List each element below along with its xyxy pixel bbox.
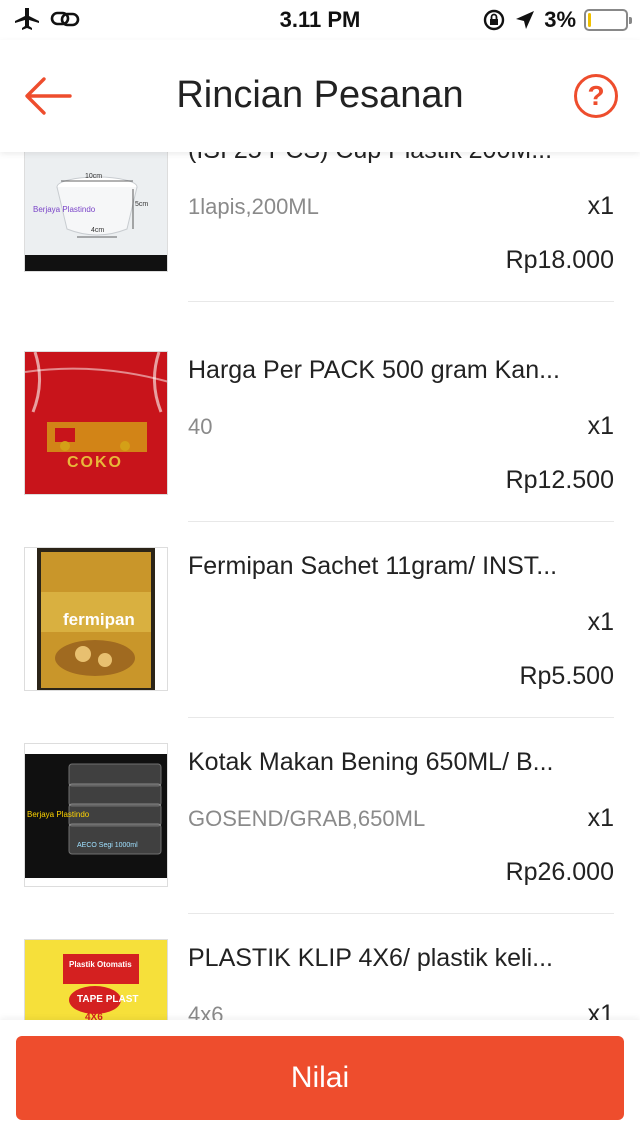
- order-item[interactable]: 10cm 5cm 4cm Berjaya Plastindo (ISI 25 P…: [0, 152, 640, 324]
- item-name: Harga Per PACK 500 gram Kan...: [188, 356, 560, 384]
- thumb-label: 5cm: [135, 201, 149, 208]
- battery-icon: [584, 9, 632, 31]
- page-title: Rincian Pesanan: [176, 74, 464, 116]
- order-item[interactable]: COKO Harga Per PACK 500 gram Kan... 40 x…: [0, 324, 640, 522]
- item-name: PLASTIK KLIP 4X6/ plastik keli...: [188, 944, 553, 972]
- item-name: Fermipan Sachet 11gram/ INST...: [188, 552, 558, 580]
- plastic-bag-image: COKO: [24, 351, 168, 495]
- item-price: Rp5.500: [519, 662, 614, 690]
- thumb-label: 4X6: [85, 1012, 103, 1020]
- item-price: Rp12.500: [505, 466, 614, 494]
- rotation-lock-icon: [484, 9, 505, 31]
- item-name: Kotak Makan Bening 650ML/ B...: [188, 748, 554, 776]
- fermipan-sachet-image: fermipan: [24, 547, 168, 691]
- divider: [188, 301, 614, 302]
- item-variant: GOSEND/GRAB,650ML: [188, 806, 426, 831]
- item-quantity: x1: [587, 192, 614, 220]
- item-name: (ISI 25 PCS) Cup Plastik 200M...: [188, 152, 614, 165]
- cup-plastic-image: 10cm 5cm 4cm Berjaya Plastindo: [24, 152, 168, 272]
- thumb-label: Berjaya Plastindo: [33, 205, 96, 214]
- order-items-list[interactable]: 10cm 5cm 4cm Berjaya Plastindo (ISI 25 P…: [0, 152, 640, 1020]
- thumb-label: 4cm: [91, 227, 105, 234]
- thumb-label: AECO Segi 1000ml: [77, 842, 138, 849]
- item-variant: 40: [188, 414, 213, 439]
- thumb-label: COKO: [67, 454, 123, 471]
- item-price: Rp18.000: [505, 246, 614, 274]
- thumb-label: TAPE PLAST: [77, 994, 139, 1005]
- thumb-label: 10cm: [85, 173, 103, 180]
- status-bar: 3.11 PM 3%: [0, 0, 640, 40]
- thumb-label: Plastik Otomatis: [69, 960, 132, 969]
- rate-button[interactable]: Nilai: [16, 1036, 624, 1120]
- plastic-clip-image: Plastik Otomatis TAPE PLAST 4X6: [24, 939, 168, 1020]
- item-price: Rp26.000: [505, 858, 614, 886]
- battery-fill: [588, 13, 591, 27]
- item-quantity: x1: [587, 804, 614, 832]
- item-quantity: x1: [587, 412, 614, 440]
- item-quantity: x1: [587, 608, 614, 636]
- app-header: Rincian Pesanan ?: [0, 40, 640, 152]
- footer-bar: Nilai: [0, 1020, 640, 1136]
- food-container-image: Berjaya Plastindo AECO Segi 1000ml: [24, 743, 168, 887]
- thumb-label: Berjaya Plastindo: [27, 810, 90, 819]
- order-item[interactable]: Plastik Otomatis TAPE PLAST 4X6 PLASTIK …: [0, 912, 640, 1020]
- item-variant: 1lapis,200ML: [188, 194, 319, 219]
- thumb-label: fermipan: [63, 610, 135, 629]
- help-button[interactable]: ?: [574, 74, 618, 118]
- location-arrow-icon: [516, 11, 535, 29]
- order-item[interactable]: fermipan Fermipan Sachet 11gram/ INST...…: [0, 520, 640, 718]
- status-right: 3%: [482, 7, 632, 33]
- battery-percent: 3%: [544, 7, 576, 32]
- item-variant: 4x6: [188, 1002, 224, 1020]
- order-item[interactable]: Berjaya Plastindo AECO Segi 1000ml Kotak…: [0, 716, 640, 914]
- item-quantity: x1: [587, 1000, 614, 1020]
